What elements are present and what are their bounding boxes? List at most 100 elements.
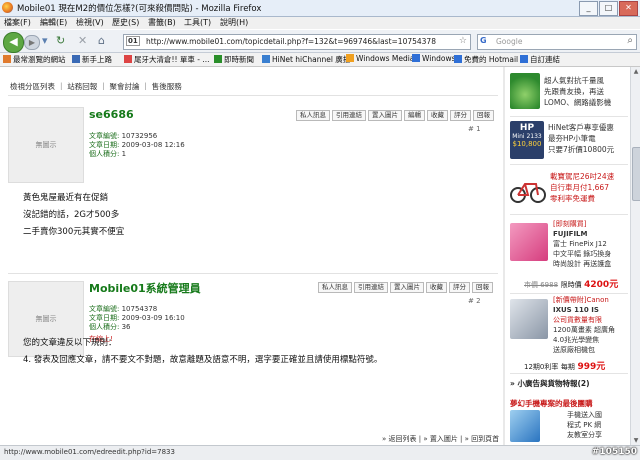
close-button[interactable]: ✕ xyxy=(619,1,638,16)
insert-image-button[interactable]: 置入圖片 xyxy=(368,110,402,121)
bookmark-star-icon[interactable]: ☆ xyxy=(459,36,467,46)
promo-title[interactable]: 夢幻手機專案的最後團購 xyxy=(510,398,593,409)
private-message-button[interactable]: 私人訊息 xyxy=(318,282,352,293)
ad-item[interactable]: 載寶駕尼26吋24速 自行車月付1,667 零利率免運費 xyxy=(510,170,630,210)
divider xyxy=(510,293,628,294)
scroll-up-icon[interactable]: ▲ xyxy=(632,68,640,75)
menu-edit[interactable]: 編輯(E) xyxy=(40,17,67,28)
divider xyxy=(8,273,498,274)
menu-bookmarks[interactable]: 書籤(B) xyxy=(148,17,176,28)
divider xyxy=(510,373,628,374)
minimize-button[interactable]: _ xyxy=(579,1,598,16)
watermark: #105150 xyxy=(591,447,637,457)
hp-mini-laptop-image[interactable]: HP Mini 2133 $10,800 xyxy=(510,121,544,159)
search-box[interactable]: G Google ⌕ xyxy=(477,34,637,50)
post-actions: 私人訊息 引用連結 置入圖片 編輯 收藏 評分 回報 xyxy=(296,110,494,121)
scrollbar-thumb[interactable] xyxy=(632,147,640,201)
url-bar[interactable]: 01 http://www.mobile01.com/topicdetail.p… xyxy=(123,34,471,50)
section-title[interactable]: » 小廣告與貨物特報(2) xyxy=(510,378,590,389)
ad-item[interactable]: [新價帶附]Canon IXUS 110 IS 公司貨數量有限 1200萬畫素 … xyxy=(510,295,630,372)
maximize-button[interactable]: □ xyxy=(599,1,618,16)
site-favicon-icon: 01 xyxy=(126,36,140,46)
vertical-scrollbar[interactable]: ▲ ▼ xyxy=(630,67,640,445)
menu-bar: 檔案(F) 編輯(E) 檢視(V) 歷史(S) 書籤(B) 工具(T) 說明(H… xyxy=(0,17,640,29)
quote-link-button[interactable]: 引用連結 xyxy=(332,110,366,121)
camera-image[interactable] xyxy=(510,299,548,339)
ad-text: [即刻購買] FUJIFILM 富士 FinePix J12 中文平幅 錄巧換身… xyxy=(553,220,612,268)
menu-help[interactable]: 說明(H) xyxy=(220,17,248,28)
bookmark-hotmail[interactable]: 免費的 Hotmail xyxy=(454,54,518,65)
ad-item[interactable]: 手機送入國 程式 PK 網 友教室分享 xyxy=(510,410,630,444)
home-icon[interactable]: ⌂ xyxy=(98,35,105,47)
bookmark-icon xyxy=(520,55,528,63)
post-number[interactable]: # 2 xyxy=(468,297,481,305)
url-text[interactable]: http://www.mobile01.com/topicdetail.php?… xyxy=(146,37,436,46)
bookmark-windows[interactable]: Windows xyxy=(412,54,455,63)
google-icon[interactable]: G xyxy=(480,36,487,45)
menu-view[interactable]: 檢視(V) xyxy=(76,17,104,28)
stop-icon[interactable]: ✕ xyxy=(78,35,87,47)
divider xyxy=(510,214,628,215)
divider xyxy=(8,95,498,96)
ad-text: 載寶駕尼26吋24速 自行車月付1,667 零利率免運費 xyxy=(550,172,615,203)
bookmark-icon xyxy=(3,55,11,63)
menu-tools[interactable]: 工具(T) xyxy=(184,17,211,28)
private-message-button[interactable]: 私人訊息 xyxy=(296,110,330,121)
divider xyxy=(510,164,628,165)
post-meta: 文章編號: 10732956 文章日期: 2009-03-08 12:16 個人… xyxy=(89,132,185,158)
bookmark-bike-sale[interactable]: 尾牙大清倉!! 單車 - ... xyxy=(124,54,210,65)
phone-image[interactable] xyxy=(510,410,540,442)
back-button[interactable]: ◀ xyxy=(3,32,24,53)
ad-item[interactable]: [即刻購買] FUJIFILM 富士 FinePix J12 中文平幅 錄巧換身… xyxy=(510,219,630,291)
edit-button[interactable]: 編輯 xyxy=(404,110,425,121)
bookmark-getting-started[interactable]: 新手上路 xyxy=(72,54,112,65)
scroll-down-icon[interactable]: ▼ xyxy=(632,437,640,444)
page-content: 檢視分區列表 ｜ 站務回報 ｜ 聚會討論 ｜ 售後服務 無圖示 se6686 私… xyxy=(0,67,630,445)
bookmark-most-visited[interactable]: 最常瀏覽的網站 xyxy=(3,54,66,65)
bookmark-icon xyxy=(346,54,354,62)
window-title: Mobile01 現在M2的價位怎樣?(可來殺價問貼) - Mozilla Fi… xyxy=(17,4,262,14)
search-icon[interactable]: ⌕ xyxy=(627,35,633,46)
breadcrumb[interactable]: 檢視分區列表 ｜ 站務回報 ｜ 聚會討論 ｜ 售後服務 xyxy=(10,81,182,92)
title-bar: Mobile01 現在M2的價位怎樣?(可來殺價問貼) - Mozilla Fi… xyxy=(0,0,640,17)
status-text: http://www.mobile01.com/edreedit.php?id=… xyxy=(4,448,175,456)
forum-thread: 檢視分區列表 ｜ 站務回報 ｜ 聚會討論 ｜ 售後服務 無圖示 se6686 私… xyxy=(0,67,505,445)
divider xyxy=(510,116,628,117)
search-placeholder[interactable]: Google xyxy=(496,37,522,46)
ad-item[interactable]: 超人氣對抗千量風 先跟貴友換，再送 LOMO、網路議影機 xyxy=(510,73,630,113)
ad-item[interactable]: HP Mini 2133 $10,800 HiNet客戶專享優惠 最夯HP小筆電… xyxy=(510,121,630,161)
avatar: 無圖示 xyxy=(8,107,84,183)
bookmark-icon xyxy=(412,54,420,62)
post-meta: 文章編號: 10754378 文章日期: 2009-03-09 16:10 個人… xyxy=(89,305,185,331)
post-body: 您的文章違反以下規則： 4. 發表及回應文章，請不要文不對題，故意離題及語意不明… xyxy=(23,338,383,365)
bookmark-custom-links[interactable]: 自訂連結 xyxy=(520,54,560,65)
rate-button[interactable]: 評分 xyxy=(450,110,471,121)
reload-icon[interactable]: ↻ xyxy=(56,35,65,47)
post-number[interactable]: # 1 xyxy=(468,125,481,133)
favorite-button[interactable]: 收藏 xyxy=(426,282,447,293)
insert-image-button[interactable]: 置入圖片 xyxy=(390,282,424,293)
bookmark-windows-media[interactable]: Windows Media xyxy=(346,54,414,63)
menu-file[interactable]: 檔案(F) xyxy=(4,17,31,28)
navigation-toolbar: ◀ ▶ ▾ ↻ ✕ ⌂ 01 http://www.mobile01.com/t… xyxy=(0,30,640,53)
report-button[interactable]: 回報 xyxy=(472,282,493,293)
bookmark-icon xyxy=(124,55,132,63)
favorite-button[interactable]: 收藏 xyxy=(427,110,448,121)
menu-history[interactable]: 歷史(S) xyxy=(112,17,139,28)
rate-button[interactable]: 評分 xyxy=(449,282,470,293)
dropdown-arrow-icon[interactable]: ▾ xyxy=(42,35,48,47)
bookmark-news[interactable]: 即時新聞 xyxy=(214,54,254,65)
bottom-navigation[interactable]: » 返回列表 | » 置入圖片 | » 回到頁首 xyxy=(382,434,499,444)
ad-text: HiNet客戶專享優惠 最夯HP小筆電 只要7折價10800元 xyxy=(548,123,615,154)
post-author[interactable]: Mobile01系統管理員 xyxy=(89,280,201,296)
bicycle-image[interactable] xyxy=(510,176,546,204)
post-body: 黃色鬼屋最近有在促銷 沒記錯的話，2G才500多 二手賣你300元其實不便宜 xyxy=(23,193,125,237)
camera-image[interactable] xyxy=(510,223,548,261)
report-button[interactable]: 回報 xyxy=(473,110,494,121)
quote-link-button[interactable]: 引用連結 xyxy=(354,282,388,293)
bookmark-icon xyxy=(214,55,222,63)
android-robot-image[interactable] xyxy=(510,73,540,109)
forward-button[interactable]: ▶ xyxy=(24,35,40,50)
post-author[interactable]: se6686 xyxy=(89,108,134,121)
bookmark-hinet[interactable]: HiNet hiChannel 廣播 xyxy=(262,54,350,65)
